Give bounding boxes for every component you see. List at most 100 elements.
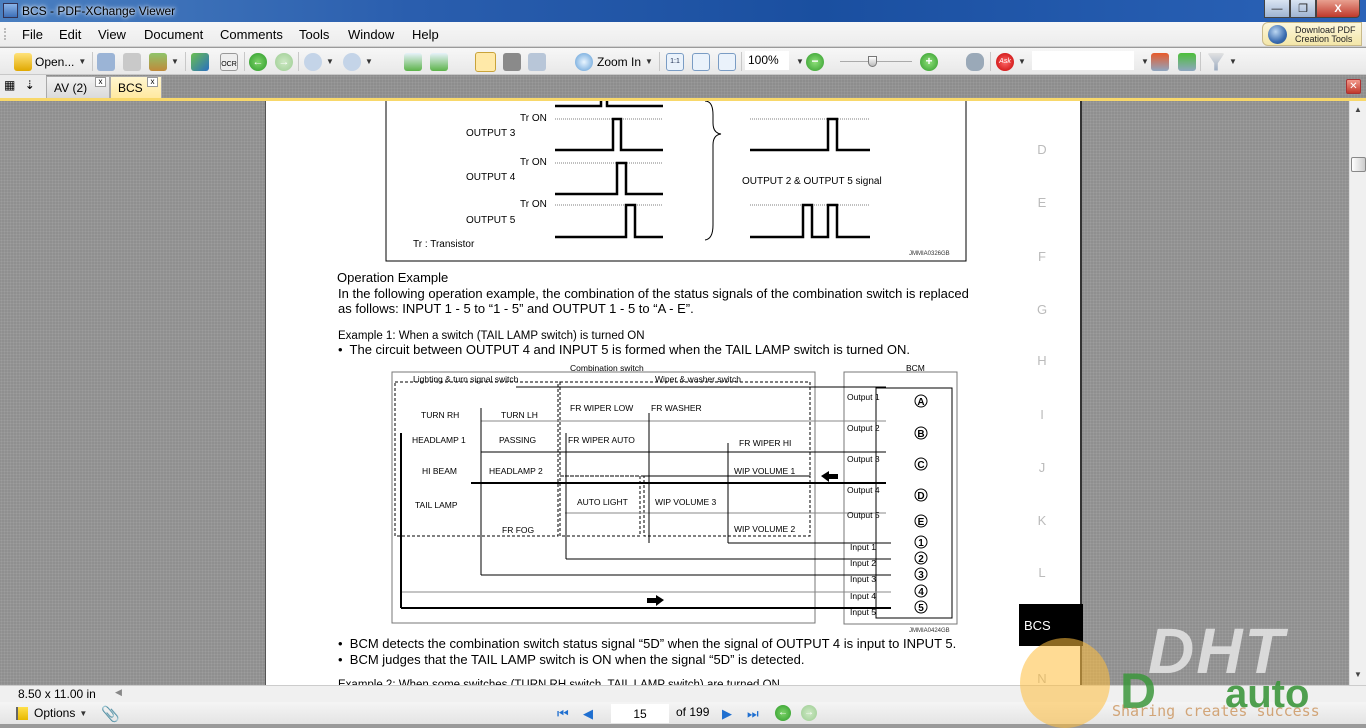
fit-width-icon[interactable] [718, 52, 736, 71]
output-2-label: Output 2 [847, 423, 880, 433]
signal-arrow-right-icon [647, 595, 664, 606]
menu-view[interactable]: View [98, 27, 126, 42]
figure-id: JMMIA0326GB [909, 251, 950, 257]
svg-text:2: 2 [918, 554, 924, 565]
current-page-field[interactable]: 15 [611, 704, 669, 723]
switch-headlamp-1: HEADLAMP 1 [412, 435, 466, 445]
chevron-down-icon[interactable]: ▼ [365, 57, 373, 66]
binoculars-icon[interactable] [966, 52, 984, 71]
sort-tabs-icon[interactable]: ⇣ [25, 78, 35, 92]
combined-signal-label: OUTPUT 2 & OUTPUT 5 signal [742, 176, 882, 187]
switch-hi-beam: HI BEAM [422, 466, 457, 476]
switch-fr-washer: FR WASHER [651, 403, 702, 413]
print-icon[interactable] [123, 52, 141, 71]
terminal-4: 4 [914, 584, 928, 598]
snapshot-icon[interactable] [503, 52, 521, 71]
menu-document[interactable]: Document [144, 27, 203, 42]
scroll-left-icon[interactable]: ◀ [115, 687, 122, 698]
open-label: Open... [35, 54, 75, 69]
input-2-label: Input 2 [850, 558, 876, 568]
forward-icon[interactable]: → [275, 52, 293, 71]
output-5-label: OUTPUT 5 [466, 215, 516, 226]
output-4-label: OUTPUT 4 [466, 172, 516, 183]
close-document-button[interactable]: ✕ [1346, 79, 1361, 94]
menu-edit[interactable]: Edit [59, 27, 81, 42]
close-tab-icon[interactable]: x [147, 77, 158, 87]
zoom-in-icon[interactable]: + [920, 52, 938, 71]
download-pdf-tools-button[interactable]: Download PDF Creation Tools [1262, 22, 1362, 46]
switch-passing: PASSING [499, 435, 537, 445]
lighting-group-label: Lighting & turn signal switch [413, 374, 519, 384]
ask-search-icon[interactable]: Ask [996, 52, 1014, 71]
chevron-down-icon[interactable]: ▼ [326, 57, 334, 66]
search-dropdown-chevron-icon[interactable]: ▼ [1141, 57, 1149, 66]
next-page-icon[interactable]: ▶ [722, 706, 732, 722]
zoom-dropdown-chevron-icon[interactable]: ▼ [796, 57, 804, 66]
find-next-icon[interactable] [1178, 52, 1196, 71]
tab-bcs[interactable]: BCS x [110, 76, 162, 98]
scroll-down-icon[interactable]: ▼ [1354, 670, 1362, 679]
index-letter: G [1036, 302, 1048, 317]
hand-tool-icon[interactable] [475, 51, 496, 72]
index-letter: N [1037, 671, 1047, 685]
redo-icon[interactable] [343, 52, 361, 71]
first-page-icon[interactable]: ⏮ [557, 706, 569, 722]
menu-comments[interactable]: Comments [220, 27, 283, 42]
find-previous-icon[interactable] [1151, 52, 1169, 71]
terminal-a: A [914, 394, 928, 408]
text-select-icon[interactable] [528, 52, 546, 71]
menu-file[interactable]: File [22, 27, 43, 42]
chevron-down-icon: ▼ [78, 57, 87, 66]
window-title: BCS - PDF-XChange Viewer [22, 4, 176, 18]
close-window-button[interactable]: X [1316, 0, 1360, 18]
vertical-scrollbar[interactable]: ▲ ▼ [1349, 101, 1366, 685]
zoom-in-button[interactable]: Zoom In ▼ [575, 52, 653, 71]
terminal-d: D [914, 488, 928, 502]
paperclip-icon[interactable]: 📎 [101, 705, 120, 723]
email-icon[interactable] [149, 52, 167, 71]
chevron-down-icon[interactable]: ▼ [1229, 57, 1237, 66]
output-3-label: Output 3 [847, 454, 880, 464]
options-button[interactable]: Options ▼ [16, 706, 87, 720]
thumbnails-icon[interactable]: ▦ [4, 78, 15, 92]
minimize-button[interactable]: — [1264, 0, 1290, 18]
section-heading: Operation Example [337, 270, 449, 285]
actual-size-icon[interactable]: 1:1 [666, 52, 684, 71]
chevron-down-icon[interactable]: ▼ [171, 57, 179, 66]
last-page-icon[interactable]: ⏭ [747, 706, 759, 722]
scroll-thumb[interactable] [1351, 157, 1366, 172]
zoom-slider[interactable] [840, 56, 912, 67]
menu-tools[interactable]: Tools [299, 27, 329, 42]
zoom-level-field[interactable]: 100% [745, 51, 789, 70]
svg-text:A: A [917, 397, 924, 408]
chevron-down-icon[interactable]: ▼ [1018, 57, 1026, 66]
close-tab-icon[interactable]: x [95, 77, 106, 87]
zoom-out-icon[interactable]: − [806, 52, 824, 71]
save-icon[interactable] [97, 52, 115, 71]
restore-button[interactable]: ❐ [1290, 0, 1316, 18]
document-view[interactable]: Tr ON OUTPUT 3 Tr ON OUTPUT 4 Tr ON OUTP… [0, 101, 1349, 685]
previous-view-icon[interactable]: ← [775, 705, 791, 721]
open-button[interactable]: Open... ▼ [14, 52, 86, 71]
menu-window[interactable]: Window [348, 27, 394, 42]
zoom-in-label: Zoom In [597, 54, 642, 69]
zoom-slider-thumb[interactable] [868, 56, 877, 67]
import-icon[interactable] [191, 52, 209, 71]
tr-on-label: Tr ON [520, 157, 547, 168]
terminal-b: B [914, 426, 928, 440]
menu-help[interactable]: Help [412, 27, 439, 42]
scroll-up-icon[interactable]: ▲ [1354, 105, 1362, 114]
rotate-cw-icon[interactable] [430, 52, 448, 71]
grip-handle[interactable] [4, 28, 8, 40]
next-view-icon[interactable]: → [801, 705, 817, 721]
fit-page-icon[interactable] [692, 52, 710, 71]
undo-icon[interactable] [304, 52, 322, 71]
filter-icon[interactable] [1207, 52, 1225, 71]
back-icon[interactable]: ← [249, 52, 267, 71]
previous-page-icon[interactable]: ◀ [583, 706, 593, 722]
rotate-ccw-icon[interactable] [404, 52, 422, 71]
search-input[interactable] [1032, 51, 1134, 70]
tab-av2[interactable]: AV (2) x [46, 76, 110, 98]
ocr-icon[interactable]: OCR [220, 52, 238, 71]
menu-bar: File Edit View Document Comments Tools W… [0, 22, 1366, 47]
